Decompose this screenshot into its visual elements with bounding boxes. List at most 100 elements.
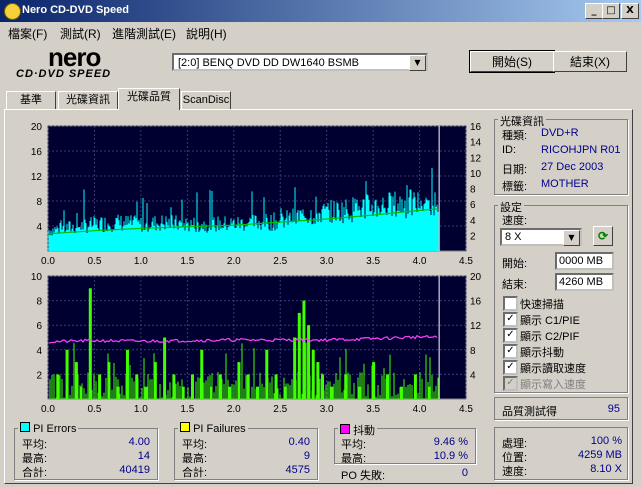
tab-benchmark[interactable]: 基準 — [6, 91, 56, 110]
pif-peak-bar — [256, 386, 259, 399]
pif-peak-bar — [190, 374, 194, 399]
checkbox-2[interactable]: ✓ — [503, 328, 518, 343]
speed-select[interactable]: 8 X ▼ — [500, 228, 582, 246]
pi-failures-title-wrap: PI Failures — [178, 422, 248, 435]
start-input[interactable]: 0000 MB — [555, 252, 614, 270]
y-left-tick-label: 8 — [36, 197, 42, 208]
y-left-tick-label: 6 — [36, 321, 42, 332]
disc-date-value: 27 Dec 2003 — [541, 161, 604, 173]
logo-sub-text: CD·DVD SPEED — [16, 68, 112, 80]
checkbox-label-4: 顯示讀取速度 — [520, 363, 586, 375]
y-right-tick-label: 2 — [470, 231, 476, 242]
pif-peak-bar — [135, 374, 139, 399]
pif-peak-bar — [302, 300, 306, 399]
checkbox-3[interactable]: ✓ — [503, 344, 518, 359]
speed-progress-label: 速度: — [502, 466, 528, 478]
end-input[interactable]: 4260 MB — [555, 273, 614, 291]
pif-peak-bar — [265, 349, 269, 399]
y-right-tick-label: 12 — [470, 153, 482, 164]
checkbox-0[interactable] — [503, 296, 518, 311]
x-tick-label: 4.0 — [413, 404, 427, 415]
po-fail-label: PO 失敗: — [341, 470, 386, 482]
pif-peak-bar — [274, 374, 278, 399]
close-button[interactable]: X — [621, 3, 639, 19]
maximize-button[interactable]: □ — [602, 3, 620, 19]
menu-advanced[interactable]: 進階測試(E) — [112, 25, 176, 42]
tab-disc-info[interactable]: 光碟資訊 — [58, 91, 118, 110]
tab-disc-quality[interactable]: 光碟品質 — [118, 88, 180, 110]
pif-peak-bar — [163, 337, 167, 399]
refresh-icon[interactable]: ⟳ — [593, 226, 613, 246]
x-tick-label: 2.5 — [273, 256, 287, 267]
start-button[interactable]: 開始(S) — [469, 50, 555, 73]
exit-button[interactable]: 結束(X) — [553, 51, 627, 72]
minimize-button[interactable]: _ — [585, 3, 603, 19]
pif-peak-bar — [372, 362, 376, 399]
pif-peak-bar — [427, 386, 431, 399]
pif-peak-bar — [153, 362, 157, 399]
x-tick-label: 0.5 — [87, 256, 101, 267]
checkbox-label-3: 顯示抖動 — [520, 347, 564, 359]
nero-logo: nero CD·DVD SPEED — [10, 42, 160, 82]
title-bar: Nero CD-DVD Speed _ □ X — [0, 0, 641, 22]
app-icon — [4, 3, 21, 20]
checkbox-4[interactable]: ✓ — [503, 360, 518, 375]
pif-peak-bar — [321, 374, 325, 399]
pi-errors-swatch — [20, 422, 30, 432]
window-title: Nero CD-DVD Speed — [22, 4, 129, 16]
pif-peak-bar — [209, 386, 213, 399]
pif-peak-bar — [228, 386, 232, 399]
chevron-down-icon[interactable]: ▼ — [409, 55, 426, 71]
pif-peak-bar — [88, 288, 92, 399]
y-right-tick-label: 20 — [470, 272, 482, 283]
pif-peak-bar — [344, 374, 348, 399]
pif-peak-bar — [311, 349, 315, 399]
menu-test[interactable]: 測試(R) — [60, 25, 101, 42]
pi-errors-title-wrap: PI Errors — [18, 422, 79, 435]
quality-score-value: 95 — [607, 403, 620, 415]
checkbox-label-2: 顯示 C2/PIF — [520, 331, 580, 343]
jitter-max-label: 最高: — [341, 453, 367, 465]
checkbox-1[interactable]: ✓ — [503, 312, 518, 327]
y-right-tick-label: 14 — [470, 138, 482, 149]
quality-score-label: 品質測試得 — [502, 406, 557, 418]
y-left-tick-label: 20 — [31, 122, 43, 133]
x-tick-label: 3.0 — [320, 256, 334, 267]
pi-errors-title: PI Errors — [33, 423, 77, 435]
y-left-tick-label: 4 — [36, 346, 42, 357]
pif-peak-bar — [125, 349, 129, 399]
chevron-down-icon[interactable]: ▼ — [563, 230, 580, 246]
checkbox-label-0: 快速掃描 — [520, 299, 564, 311]
y-right-tick-label: 4 — [470, 370, 476, 381]
speed-select-value: 8 X — [505, 231, 522, 243]
tab-scandisc[interactable]: ScanDisc — [181, 91, 231, 110]
menu-help[interactable]: 說明(H) — [186, 25, 227, 42]
y-right-tick-label: 10 — [470, 169, 482, 180]
pif-peak-bar — [330, 386, 334, 399]
pi-failures-swatch — [180, 422, 190, 432]
jitter-avg: 9.46 % — [433, 436, 468, 448]
drive-select[interactable]: [2:0] BENQ DVD DD DW1640 BSMB ▼ — [172, 53, 428, 71]
y-left-tick-label: 2 — [36, 370, 42, 381]
y-right-tick-label: 16 — [470, 297, 482, 308]
pi-errors-max: 14 — [137, 450, 150, 462]
x-tick-label: 1.5 — [180, 404, 194, 415]
pif-peak-bar — [144, 386, 148, 399]
pif-peak-bar — [246, 374, 250, 399]
checkbox-5: ✓ — [503, 376, 518, 391]
pif-peak-bar — [316, 362, 320, 399]
menu-file[interactable]: 檔案(F) — [8, 25, 47, 42]
disc-type-value: DVD+R — [541, 127, 579, 139]
checkbox-label-5: 顯示寫入速度 — [520, 379, 586, 391]
end-label: 結束: — [502, 279, 528, 291]
x-tick-label: 0.0 — [41, 404, 55, 415]
pif-peak-bar — [107, 362, 111, 399]
x-tick-label: 0.5 — [87, 404, 101, 415]
x-tick-label: 1.5 — [180, 256, 194, 267]
pi-errors-avg: 4.00 — [128, 436, 150, 448]
x-tick-label: 4.5 — [459, 256, 473, 267]
x-tick-label: 3.5 — [366, 404, 380, 415]
y-right-tick-label: 12 — [470, 321, 482, 332]
start-label: 開始: — [502, 258, 528, 270]
pi-failures-avg: 0.40 — [288, 436, 310, 448]
